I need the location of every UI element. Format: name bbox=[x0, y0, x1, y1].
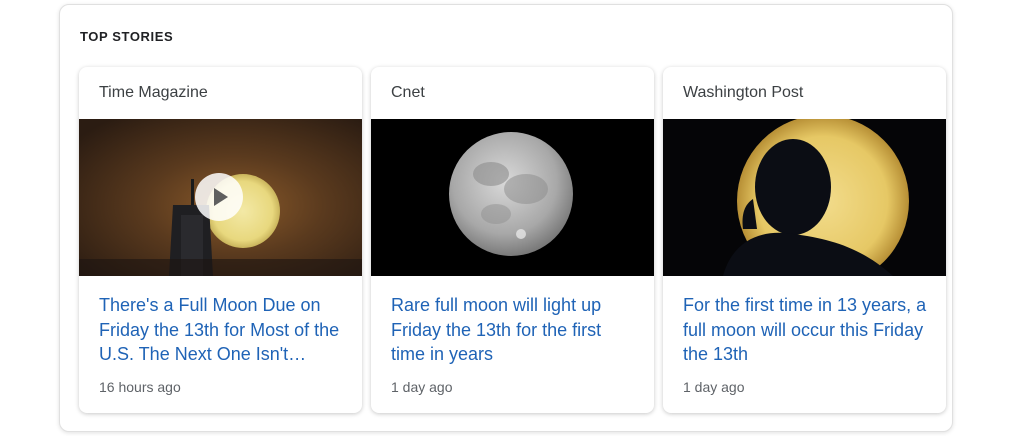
silhouette-moon-image bbox=[663, 119, 946, 276]
story-card[interactable]: Time Magazine There's a Full Moon Due on… bbox=[79, 67, 362, 413]
story-timestamp: 1 day ago bbox=[683, 379, 745, 395]
full-moon-image bbox=[371, 119, 654, 276]
play-button[interactable] bbox=[195, 173, 243, 221]
story-thumbnail[interactable] bbox=[79, 119, 362, 276]
story-thumbnail[interactable] bbox=[371, 119, 654, 276]
story-headline[interactable]: There's a Full Moon Due on Friday the 13… bbox=[99, 293, 344, 367]
story-headline[interactable]: Rare full moon will light up Friday the … bbox=[391, 293, 636, 367]
story-card[interactable]: Cnet Rare full moon will light up Friday… bbox=[371, 67, 654, 413]
story-headline[interactable]: For the first time in 13 years, a full m… bbox=[683, 293, 928, 367]
play-icon bbox=[214, 188, 228, 206]
story-card[interactable]: Washington Post For the first time in 13… bbox=[663, 67, 946, 413]
story-thumbnail[interactable] bbox=[663, 119, 946, 276]
story-source: Time Magazine bbox=[99, 84, 208, 101]
story-timestamp: 1 day ago bbox=[391, 379, 453, 395]
story-source: Cnet bbox=[391, 84, 425, 101]
top-stories-panel: TOP STORIES Time Magazine There's a Full… bbox=[59, 4, 953, 432]
story-source: Washington Post bbox=[683, 84, 804, 101]
stories-carousel: Time Magazine There's a Full Moon Due on… bbox=[79, 67, 946, 413]
story-timestamp: 16 hours ago bbox=[99, 379, 181, 395]
section-title: TOP STORIES bbox=[80, 29, 174, 44]
